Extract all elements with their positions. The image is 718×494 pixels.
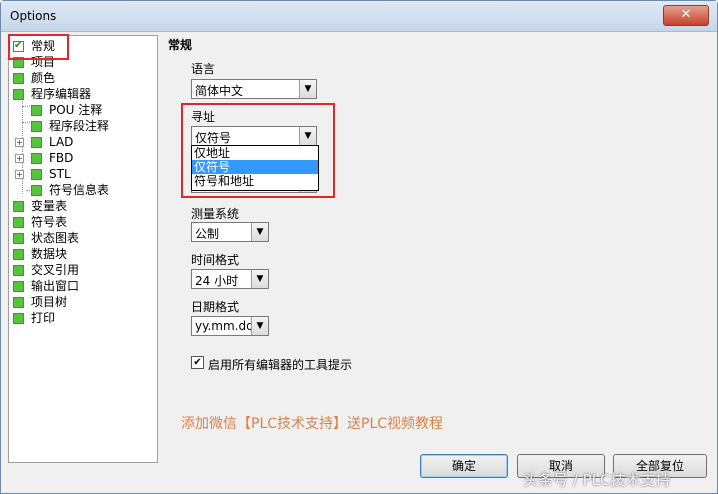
expand-icon[interactable]: + (15, 170, 24, 179)
options-tree: 常规 项目 颜色 程序编辑器 POU 注释 程序段注释 + LAD + (8, 35, 158, 463)
status-square-icon (13, 233, 24, 244)
time-format-label: 时间格式 (191, 253, 240, 267)
status-square-icon (13, 281, 24, 292)
tree-item-label: 数据块 (31, 247, 68, 261)
chevron-down-icon[interactable]: ▼ (299, 80, 316, 98)
status-square-icon (31, 121, 42, 132)
ok-button[interactable]: 确定 (420, 454, 508, 478)
annotation-box-addressing (181, 103, 335, 198)
promo-text: 添加微信【PLC技术支持】送PLC视频教程 (181, 416, 444, 432)
status-square-icon (13, 89, 24, 100)
status-square-icon (31, 137, 42, 148)
options-window: Options ✕ 常规 项目 颜色 程序编辑器 POU 注释 (0, 0, 718, 494)
expand-icon[interactable]: + (15, 138, 24, 147)
chevron-down-icon[interactable]: ▼ (251, 223, 268, 241)
status-square-icon (31, 105, 42, 116)
status-square-icon (13, 73, 24, 84)
panel-title: 常规 (168, 38, 193, 52)
tree-item-label: 状态图表 (31, 231, 80, 245)
date-format-select[interactable]: yy.mm.dd ▼ (191, 316, 269, 336)
tree-item-label: FBD (49, 151, 74, 165)
language-value: 简体中文 (195, 84, 244, 98)
language-label: 语言 (191, 62, 216, 76)
tree-item-label: 颜色 (31, 71, 56, 85)
measure-label: 测量系统 (191, 207, 240, 221)
status-square-icon (13, 201, 24, 212)
watermark: 头条号 / PLC技术支持 (523, 471, 671, 489)
date-format-value: yy.mm.dd (195, 319, 254, 333)
time-format-select[interactable]: 24 小时 ▼ (191, 269, 269, 289)
tree-item-label: 程序编辑器 (31, 87, 92, 101)
tree-item-label: 项目树 (31, 295, 68, 309)
tree-item-label: 符号表 (31, 215, 68, 229)
chevron-down-icon[interactable]: ▼ (251, 317, 268, 335)
measure-select[interactable]: 公制 ▼ (191, 222, 269, 242)
status-square-icon (31, 169, 42, 180)
status-square-icon (31, 185, 42, 196)
status-square-icon (31, 153, 42, 164)
chevron-down-icon[interactable]: ▼ (251, 270, 268, 288)
tree-item-label: 打印 (31, 311, 56, 325)
tree-item-label: LAD (49, 135, 74, 149)
tree-item-label: 程序段注释 (49, 119, 110, 133)
expand-icon[interactable]: + (15, 154, 24, 163)
status-square-icon (13, 217, 24, 228)
language-select[interactable]: 简体中文 ▼ (191, 79, 317, 99)
annotation-box-general (8, 34, 69, 60)
tree-item-label: STL (49, 167, 71, 181)
time-format-value: 24 小时 (195, 274, 239, 288)
close-button[interactable]: ✕ (663, 5, 709, 26)
tree-item-label: 变量表 (31, 199, 68, 213)
status-square-icon (13, 313, 24, 324)
measure-value: 公制 (195, 227, 220, 241)
window-title: Options (10, 9, 57, 23)
status-square-icon (13, 249, 24, 260)
tree-item-label: 交叉引用 (31, 263, 80, 277)
tree-item-label: POU 注释 (49, 103, 103, 117)
tooltip-checkbox[interactable]: ✔ (191, 356, 204, 369)
tooltip-checkbox-label[interactable]: 启用所有编辑器的工具提示 (208, 356, 352, 373)
tree-item-label: 输出窗口 (31, 279, 80, 293)
close-icon: ✕ (680, 7, 692, 22)
date-format-label: 日期格式 (191, 300, 240, 314)
tree-item-label: 符号信息表 (49, 183, 110, 197)
status-square-icon (13, 265, 24, 276)
title-bar: Options ✕ (1, 1, 717, 32)
status-square-icon (13, 297, 24, 308)
